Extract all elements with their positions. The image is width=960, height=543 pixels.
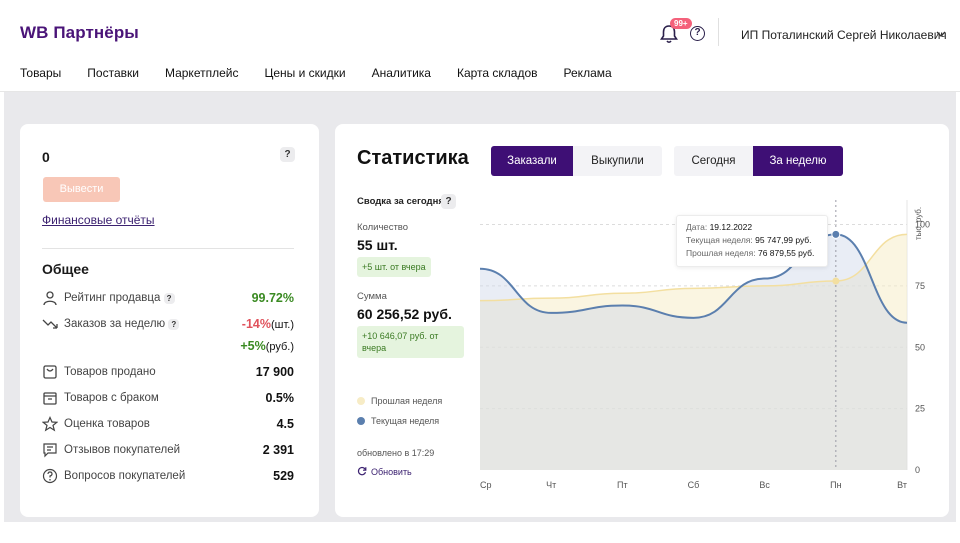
chevron-down-icon[interactable] xyxy=(936,29,946,39)
y-tick-label: 75 xyxy=(915,281,925,291)
x-tick-label: Пн xyxy=(830,480,841,490)
nav-item-prices[interactable]: Цены и скидки xyxy=(264,66,345,80)
summary-title: Сводка за сегодня xyxy=(357,196,444,207)
x-tick-label: Чт xyxy=(546,480,556,490)
stat-row-defect: Товаров с браком 0.5% xyxy=(42,390,294,408)
statistics-card: Статистика Заказали Выкупили Сегодня За … xyxy=(335,124,949,517)
stat-row-orders-week: Заказов за неделю ? -14%(шт.) xyxy=(42,316,294,334)
divider xyxy=(42,248,294,249)
header-divider xyxy=(718,18,719,46)
updated-time: обновлено в 17:29 xyxy=(357,448,435,458)
stat-label: Отзывов покупателей xyxy=(64,444,181,456)
legend-dot xyxy=(357,397,365,405)
chat-icon xyxy=(43,443,57,458)
y-tick-label: 50 xyxy=(915,342,925,352)
statistics-title: Статистика xyxy=(357,147,469,169)
nav-item-analytics[interactable]: Аналитика xyxy=(372,66,431,80)
withdraw-button[interactable]: Вывести xyxy=(43,177,120,202)
orders-help-icon[interactable]: ? xyxy=(168,319,180,330)
notifications-badge: 99+ xyxy=(670,18,692,29)
balance-value: 0 xyxy=(42,149,50,165)
tab-today[interactable]: Сегодня xyxy=(674,146,753,176)
tab-ordered[interactable]: Заказали xyxy=(491,146,573,176)
quantity-delta: +5 шт. от вчера xyxy=(357,257,431,277)
point-previous-week xyxy=(832,277,840,285)
stat-row-questions: Вопросов покупателей 529 xyxy=(42,468,294,486)
x-tick-label: Вт xyxy=(897,480,907,490)
balance-help-icon[interactable]: ? xyxy=(280,147,295,162)
chart-tooltip: Дата: 19.12.2022 Текущая неделя: 95 747,… xyxy=(676,215,828,267)
top-bar: WB Партнёры Товары Поставки Маркетплейс … xyxy=(0,0,960,92)
nav-item-ads[interactable]: Реклама xyxy=(564,66,612,80)
period-tabs: Сегодня За неделю xyxy=(674,146,843,176)
summary-help-icon[interactable]: ? xyxy=(441,194,456,209)
stat-row-orders-week-rub: +5%(руб.) xyxy=(42,338,294,356)
trend-down-icon xyxy=(42,319,58,329)
y-tick-label: 25 xyxy=(915,404,925,414)
quantity-label: Количество xyxy=(357,222,409,233)
rating-help-icon[interactable]: ? xyxy=(163,293,175,304)
stat-value: 0.5% xyxy=(265,391,295,405)
user-name[interactable]: ИП Поталинский Сергей Николаевич xyxy=(741,28,947,42)
legend-current-week: Текущая неделя xyxy=(357,416,439,426)
stat-row-reviews: Отзывов покупателей 2 391 xyxy=(42,442,294,460)
bag-icon xyxy=(43,365,57,379)
stat-row-rating-products: Оценка товаров 4.5 xyxy=(42,416,294,434)
quantity-value: 55 шт. xyxy=(357,237,398,253)
x-tick-label: Вс xyxy=(759,480,770,490)
stat-label: Оценка товаров xyxy=(64,418,150,430)
tab-week[interactable]: За неделю xyxy=(753,146,843,176)
stat-row-rating: Рейтинг продавца ? 99.72% xyxy=(42,290,294,308)
tab-bought[interactable]: Выкупили xyxy=(573,146,662,176)
general-title: Общее xyxy=(42,261,89,277)
nav-item-products[interactable]: Товары xyxy=(20,66,61,80)
sum-value: 60 256,52 руб. xyxy=(357,306,452,322)
help-icon[interactable]: ? xyxy=(690,26,705,41)
refresh-icon xyxy=(357,466,367,476)
x-tick-label: Сб xyxy=(688,480,700,490)
stat-value: +5%(руб.) xyxy=(240,339,294,353)
balance-card: 0 ? Вывести Финансовые отчёты Общее Рейт… xyxy=(20,124,319,517)
y-tick-label: 0 xyxy=(915,465,920,475)
legend-dot xyxy=(357,417,365,425)
question-circle-icon xyxy=(42,468,58,484)
stat-value: 17 900 xyxy=(255,365,294,379)
sum-delta: +10 646,07 руб. от вчера xyxy=(357,326,464,358)
stat-row-sold: Товаров продано 17 900 xyxy=(42,364,294,382)
user-icon xyxy=(43,291,57,306)
nav-item-warehouse-map[interactable]: Карта складов xyxy=(457,66,538,80)
star-icon xyxy=(42,416,58,432)
financial-reports-link[interactable]: Финансовые отчёты xyxy=(42,213,155,227)
stat-value: 529 xyxy=(273,469,294,483)
stat-value: -14%(шт.) xyxy=(241,317,294,331)
logo[interactable]: WB Партнёры xyxy=(20,23,139,43)
stat-label: Вопросов покупателей xyxy=(64,470,186,482)
x-tick-label: Пт xyxy=(617,480,628,490)
box-icon xyxy=(43,392,57,405)
stat-label: Товаров с браком xyxy=(64,392,159,404)
stat-value: 2 391 xyxy=(262,443,294,457)
legend-previous-week: Прошлая неделя xyxy=(357,396,442,406)
point-current-week xyxy=(831,229,841,239)
nav-item-marketplace[interactable]: Маркетплейс xyxy=(165,66,239,80)
sum-label: Сумма xyxy=(357,291,387,302)
stat-value: 99.72% xyxy=(251,291,294,305)
x-tick-label: Ср xyxy=(480,480,492,490)
refresh-button[interactable]: Обновить xyxy=(357,466,412,477)
type-tabs: Заказали Выкупили xyxy=(491,146,662,176)
stat-label: Заказов за неделю ? xyxy=(64,318,180,330)
series-area-current-week xyxy=(480,234,907,470)
main-nav: Товары Поставки Маркетплейс Цены и скидк… xyxy=(20,66,612,80)
y-axis-label: тыс. руб. xyxy=(914,207,923,240)
stat-label: Рейтинг продавца ? xyxy=(64,292,175,304)
nav-item-supplies[interactable]: Поставки xyxy=(87,66,139,80)
stat-label: Товаров продано xyxy=(64,366,156,378)
stat-value: 4.5 xyxy=(276,417,294,431)
